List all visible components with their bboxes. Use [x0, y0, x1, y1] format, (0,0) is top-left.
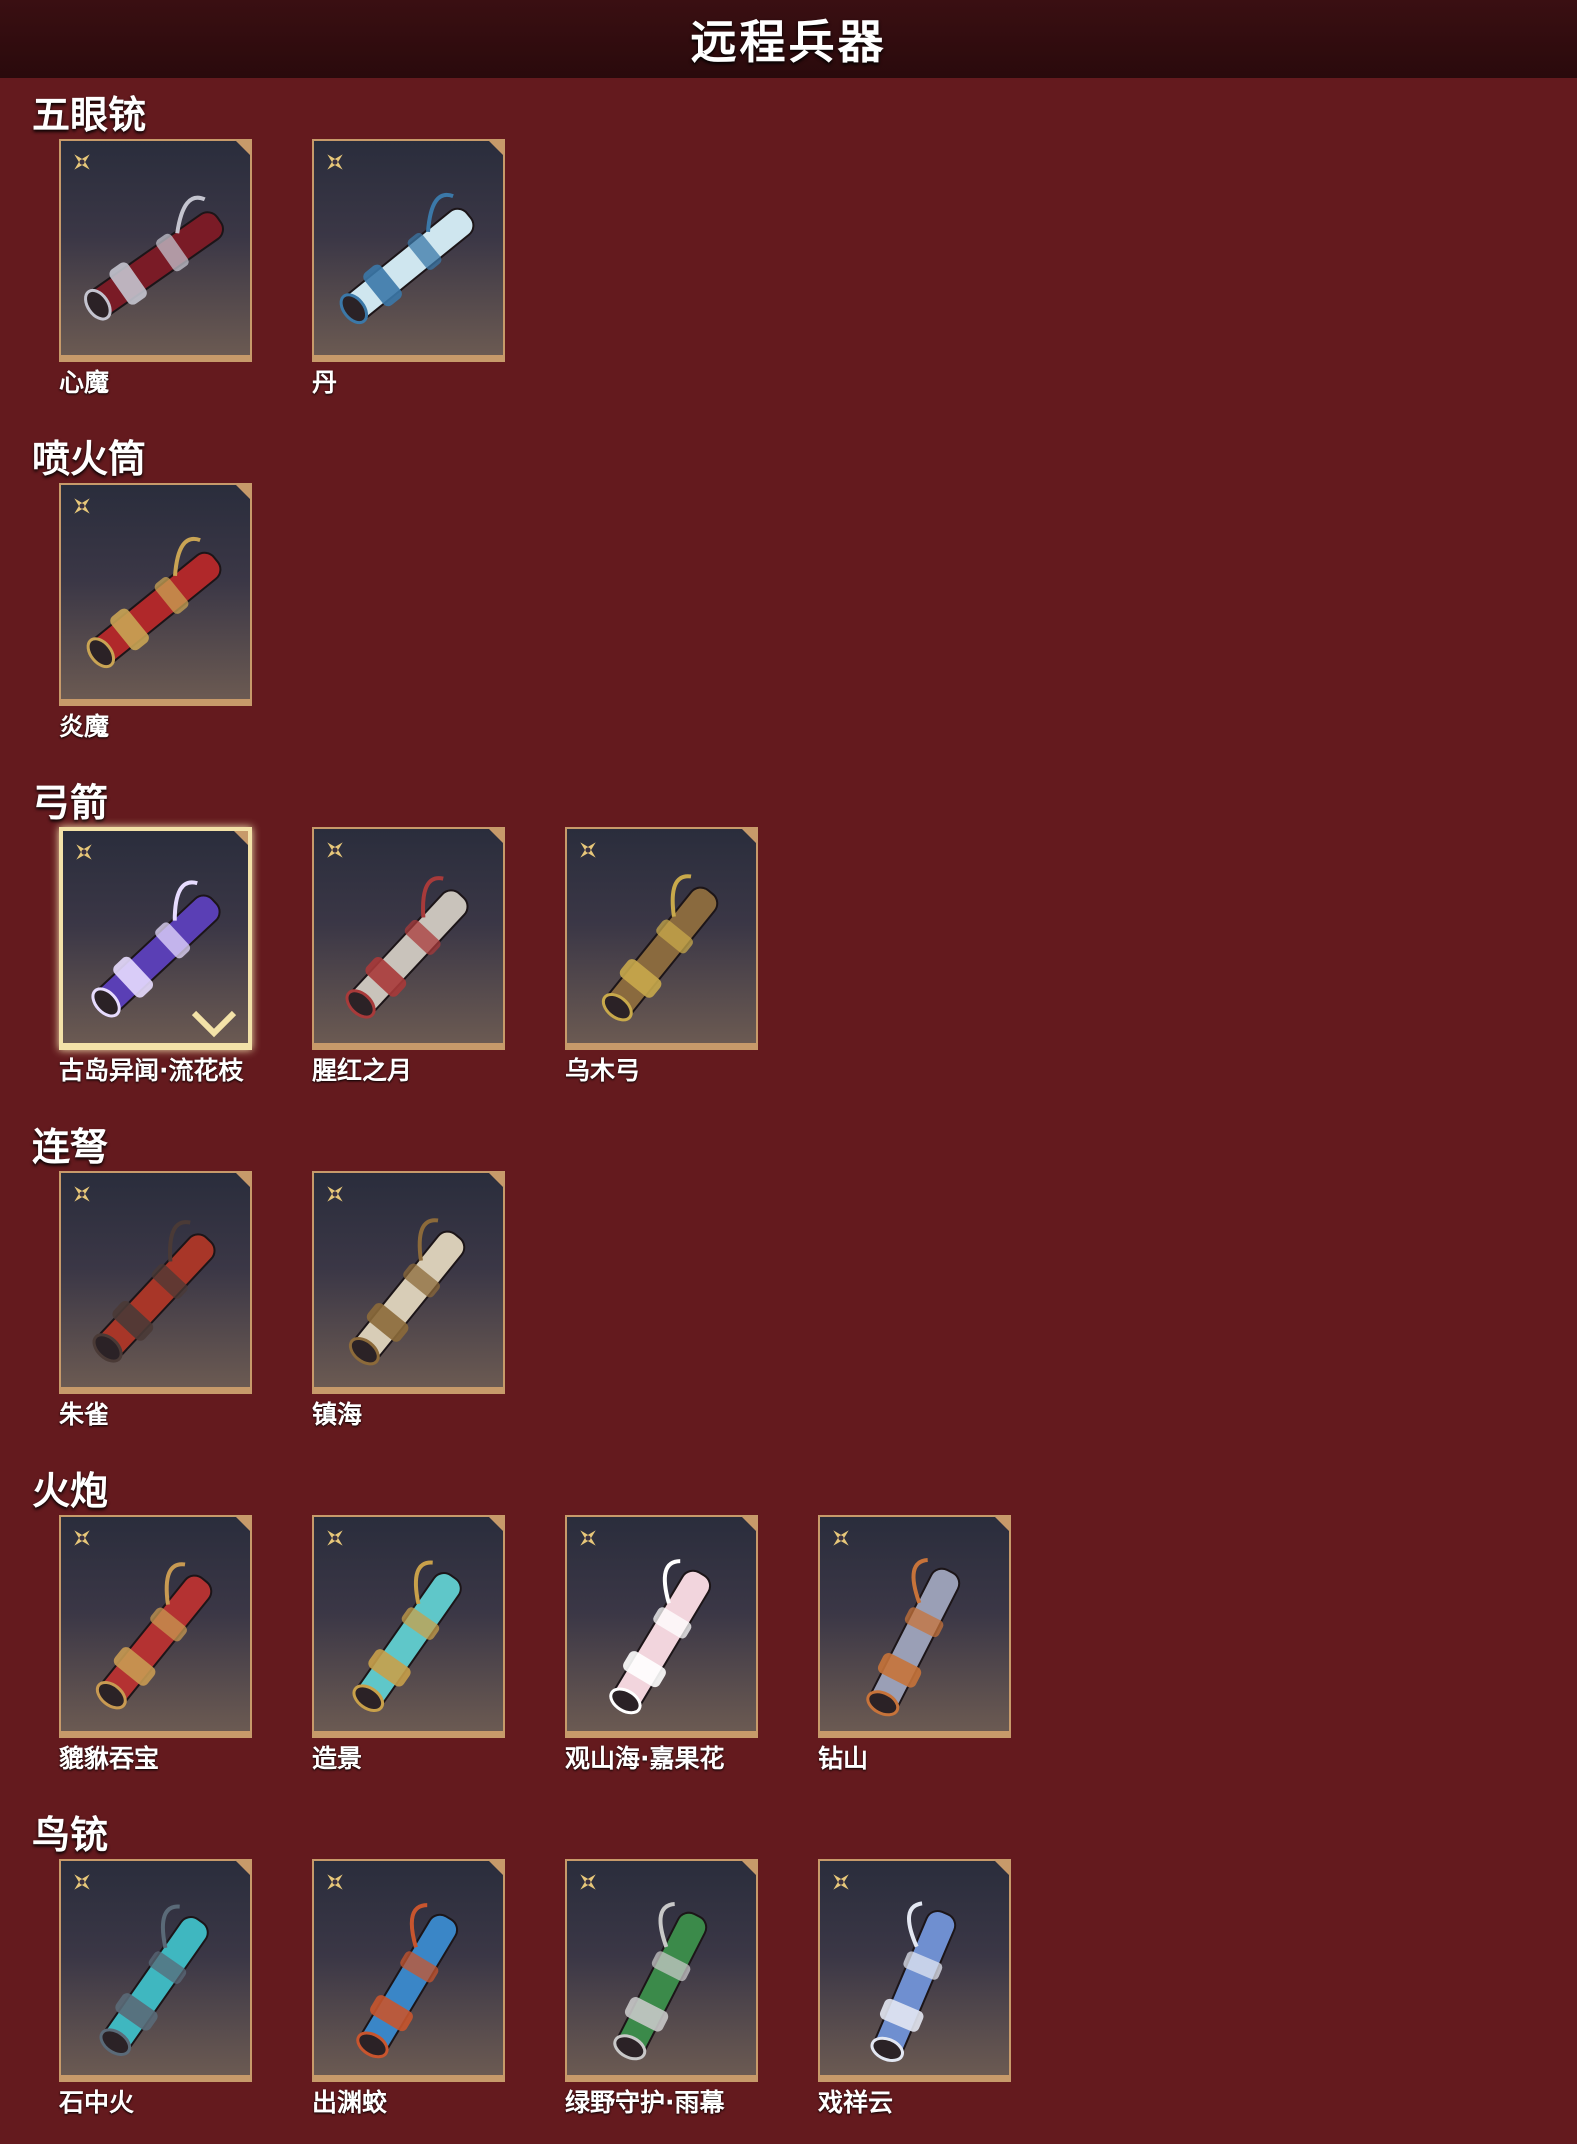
weapon-image: [84, 195, 224, 321]
weapon-name: 石中火: [59, 2088, 135, 2117]
category-title: 喷火筒: [32, 437, 147, 481]
category-title: 连弩: [32, 1125, 109, 1169]
weapon-card[interactable]: [59, 1515, 252, 1738]
weapon-card[interactable]: [312, 1859, 505, 2082]
weapon-card[interactable]: [818, 1515, 1011, 1738]
card-corner-notch: [487, 1517, 503, 1533]
weapon-image: [348, 1218, 466, 1366]
page-header: 远程兵器: [0, 0, 1577, 78]
card-corner-notch: [993, 1861, 1009, 1877]
weapon-image: [352, 1560, 462, 1712]
weapon-image: [613, 1902, 708, 2061]
weapon-image: [345, 876, 469, 1019]
weapon-image: [86, 536, 222, 669]
category-title: 五眼铳: [32, 93, 147, 137]
weapon-card[interactable]: [59, 827, 252, 1050]
weapon-name: 丹: [312, 368, 338, 397]
weapon-image: [609, 1559, 712, 1715]
weapon-name: 貔貅吞宝: [59, 1744, 160, 1773]
weapon-card[interactable]: [312, 139, 505, 362]
weapon-image: [99, 1904, 209, 2056]
weapon-image: [92, 1220, 216, 1363]
weapon-image: [870, 1901, 957, 2062]
weapon-name: 乌木弓: [565, 1056, 641, 1085]
page-title: 远程兵器: [690, 15, 887, 69]
card-corner-notch: [234, 141, 250, 157]
card-corner-notch: [234, 1517, 250, 1533]
weapon-image: [601, 874, 719, 1022]
weapon-name: 炎魔: [59, 712, 110, 741]
weapon-name: 戏祥云: [818, 2088, 894, 2117]
weapon-image: [339, 192, 475, 325]
weapon-card[interactable]: [59, 483, 252, 706]
card-corner-notch: [487, 1173, 503, 1189]
card-corner-notch: [234, 1861, 250, 1877]
check-icon: [191, 1010, 237, 1038]
card-corner-notch: [740, 1861, 756, 1877]
card-corner-notch: [740, 829, 756, 845]
weapon-card[interactable]: [565, 827, 758, 1050]
weapon-card[interactable]: [59, 139, 252, 362]
card-corner-notch: [234, 485, 250, 501]
weapon-card[interactable]: [59, 1859, 252, 2082]
weapon-image: [866, 1558, 961, 1717]
weapon-card[interactable]: [312, 827, 505, 1050]
weapon-name: 出渊蛟: [312, 2088, 388, 2117]
weapon-name: 观山海·嘉果花: [565, 1744, 725, 1773]
weapon-card[interactable]: [59, 1171, 252, 1394]
weapon-name: 古岛异闻·流花枝: [59, 1056, 244, 1085]
category-title: 弓箭: [32, 781, 109, 825]
weapon-card[interactable]: [312, 1515, 505, 1738]
card-corner-notch: [993, 1517, 1009, 1533]
weapon-name: 镇海: [312, 1400, 363, 1429]
weapon-image: [95, 1562, 213, 1710]
card-corner-notch: [487, 141, 503, 157]
category-title: 鸟铳: [32, 1813, 109, 1857]
card-corner-notch: [487, 829, 503, 845]
card-corner-notch: [740, 1517, 756, 1533]
weapon-card[interactable]: [818, 1859, 1011, 2082]
weapon-name: 钻山: [818, 1744, 869, 1773]
weapon-name: 腥红之月: [312, 1056, 413, 1085]
weapon-name: 朱雀: [59, 1400, 110, 1429]
weapon-image: [356, 1903, 459, 2059]
weapon-card[interactable]: [312, 1171, 505, 1394]
category-title: 火炮: [32, 1469, 109, 1513]
card-corner-notch: [234, 1173, 250, 1189]
weapon-name: 造景: [312, 1744, 363, 1773]
card-corner-notch: [487, 1861, 503, 1877]
weapon-name: 绿野守护·雨幕: [565, 2088, 725, 2117]
weapon-card[interactable]: [565, 1859, 758, 2082]
weapon-name: 心魔: [59, 368, 110, 397]
weapon-card[interactable]: [565, 1515, 758, 1738]
card-corner-notch: [232, 831, 248, 847]
